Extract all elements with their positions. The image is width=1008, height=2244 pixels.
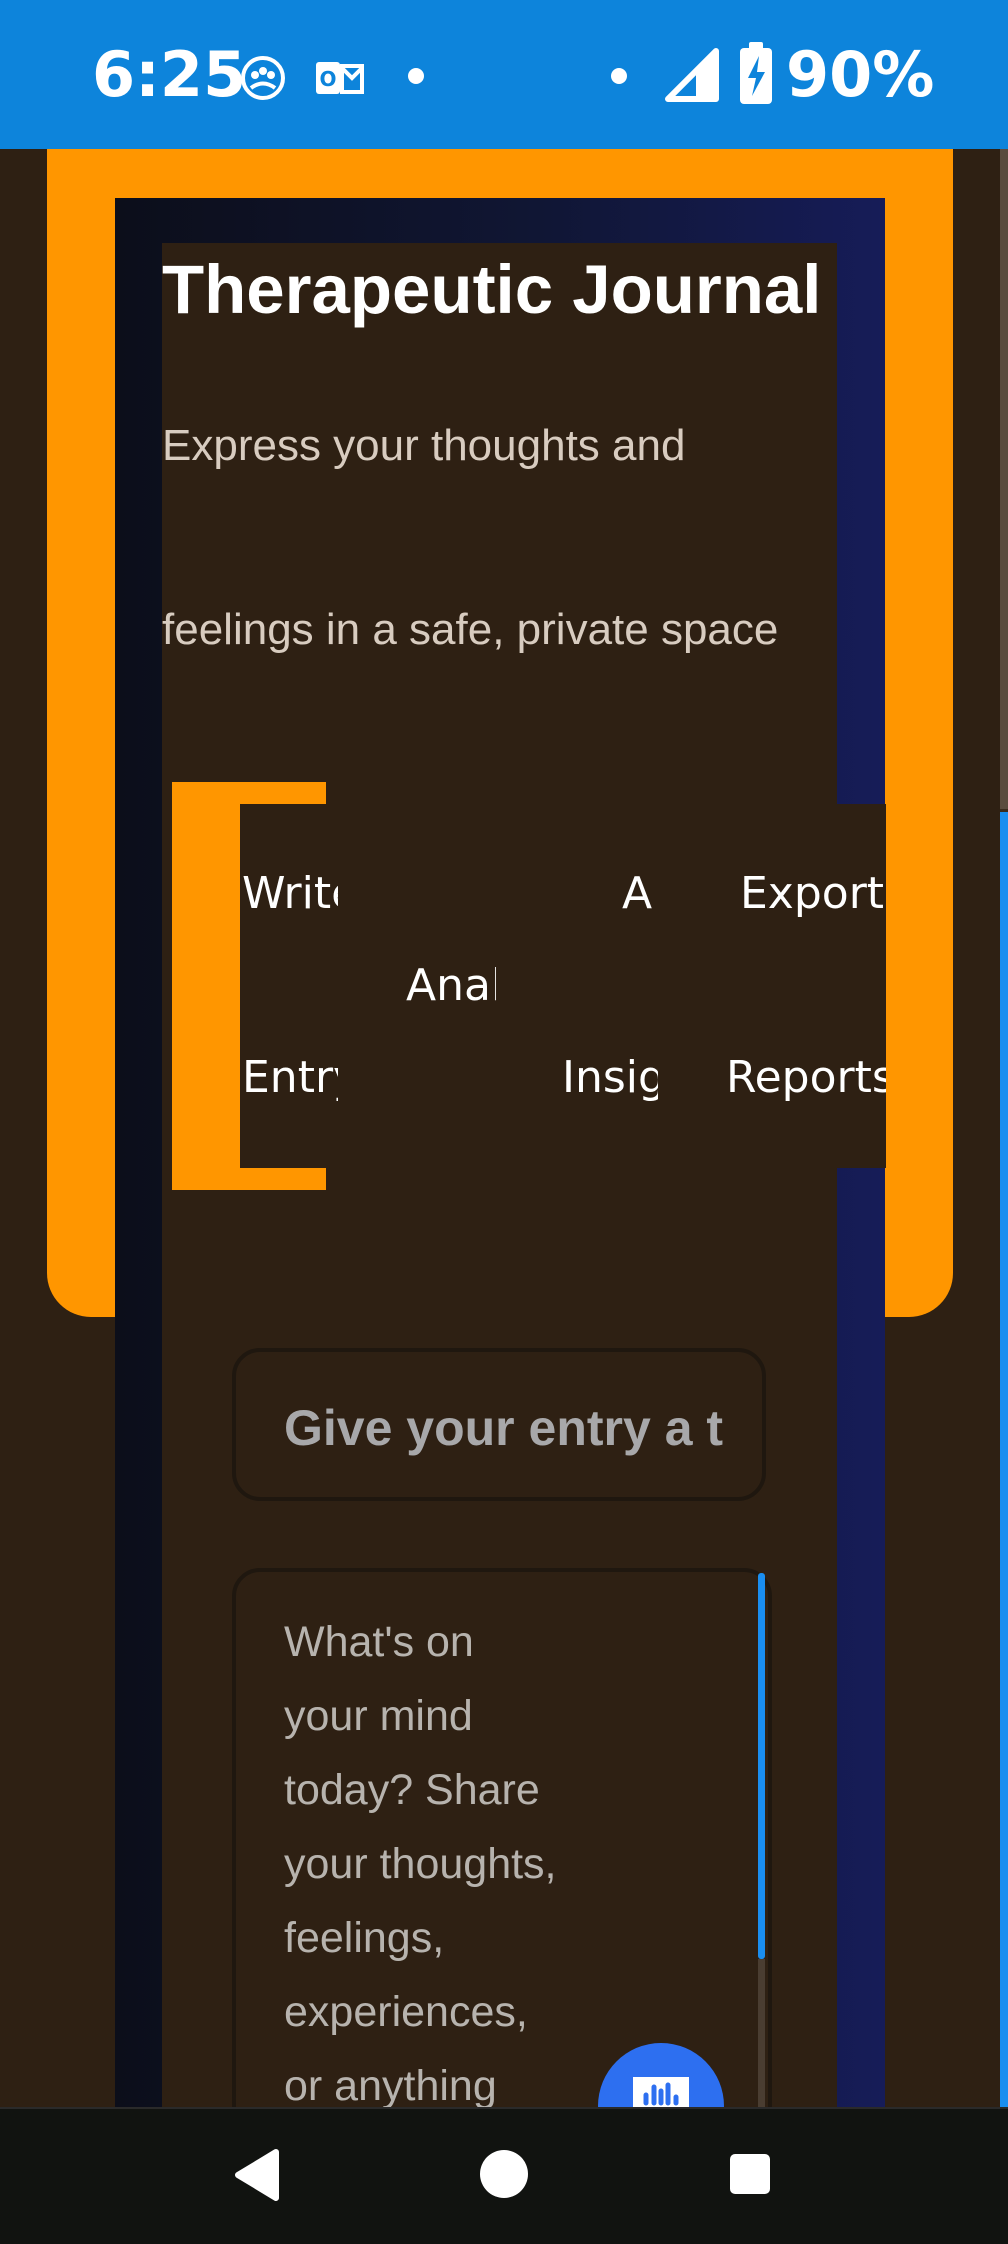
battery-percentage: 90% — [786, 38, 935, 111]
tab-write-label-1: Write — [242, 868, 338, 919]
textarea-scrollbar-track — [758, 1959, 765, 2109]
back-icon[interactable] — [232, 2148, 280, 2202]
entry-body-placeholder-line: experiences, — [284, 1988, 528, 2036]
entry-body-placeholder-line: What's on — [284, 1618, 474, 1666]
page-scrollbar-upper — [1000, 149, 1008, 809]
textarea-scrollbar-thumb[interactable] — [758, 1573, 765, 1959]
tab-export-label-1: Export — [740, 868, 885, 919]
home-icon[interactable] — [478, 2148, 530, 2200]
entry-body-placeholder-line: or anything — [284, 2062, 497, 2110]
entry-body-placeholder-line: your thoughts, — [284, 1840, 557, 1888]
tab-bar: Write Entry Anal AI Insig Export Reports — [240, 804, 886, 1168]
entry-title-placeholder: Give your entry a tit — [284, 1400, 724, 1456]
tab-ai-label-2: Insig — [562, 1052, 658, 1103]
status-time: 6:25 — [92, 38, 247, 111]
recents-icon[interactable] — [728, 2152, 772, 2196]
page-subtitle-line-1: Express your thoughts and — [162, 421, 686, 470]
svg-text:O: O — [319, 67, 336, 91]
system-nav-bar — [0, 2107, 1008, 2244]
tab-ai-label-1: AI — [622, 868, 656, 919]
page-subtitle-line-2: feelings in a safe, private space — [162, 605, 779, 654]
app-notification-icon — [240, 55, 286, 106]
tab-export-reports[interactable]: Export Reports — [720, 804, 886, 1168]
page-scrollbar-thumb[interactable] — [1000, 812, 1008, 2109]
tab-analysis-label: Anal — [406, 960, 496, 1011]
dot-icon — [407, 67, 425, 90]
tab-write-label-2: Entry — [242, 1052, 338, 1103]
tab-analysis[interactable]: Anal — [360, 804, 520, 1168]
battery-charging-icon — [738, 42, 774, 111]
entry-body-placeholder-line: today? Share — [284, 1766, 540, 1814]
entry-body-placeholder-line: your mind — [284, 1692, 473, 1740]
tab-export-label-2: Reports — [726, 1052, 886, 1103]
entry-body-placeholder-line: feelings, — [284, 1914, 445, 1962]
entry-title-input[interactable]: Give your entry a tit — [232, 1348, 766, 1501]
page-title: Therapeutic Journal — [162, 251, 822, 328]
tab-write-entry[interactable]: Write Entry — [240, 804, 338, 1168]
tab-ai-insights[interactable]: AI Insig — [556, 804, 660, 1168]
status-bar: 6:25 O 90% — [0, 0, 1008, 149]
dot-icon — [610, 67, 628, 90]
outlook-icon: O — [314, 56, 364, 105]
signal-icon — [664, 47, 720, 108]
